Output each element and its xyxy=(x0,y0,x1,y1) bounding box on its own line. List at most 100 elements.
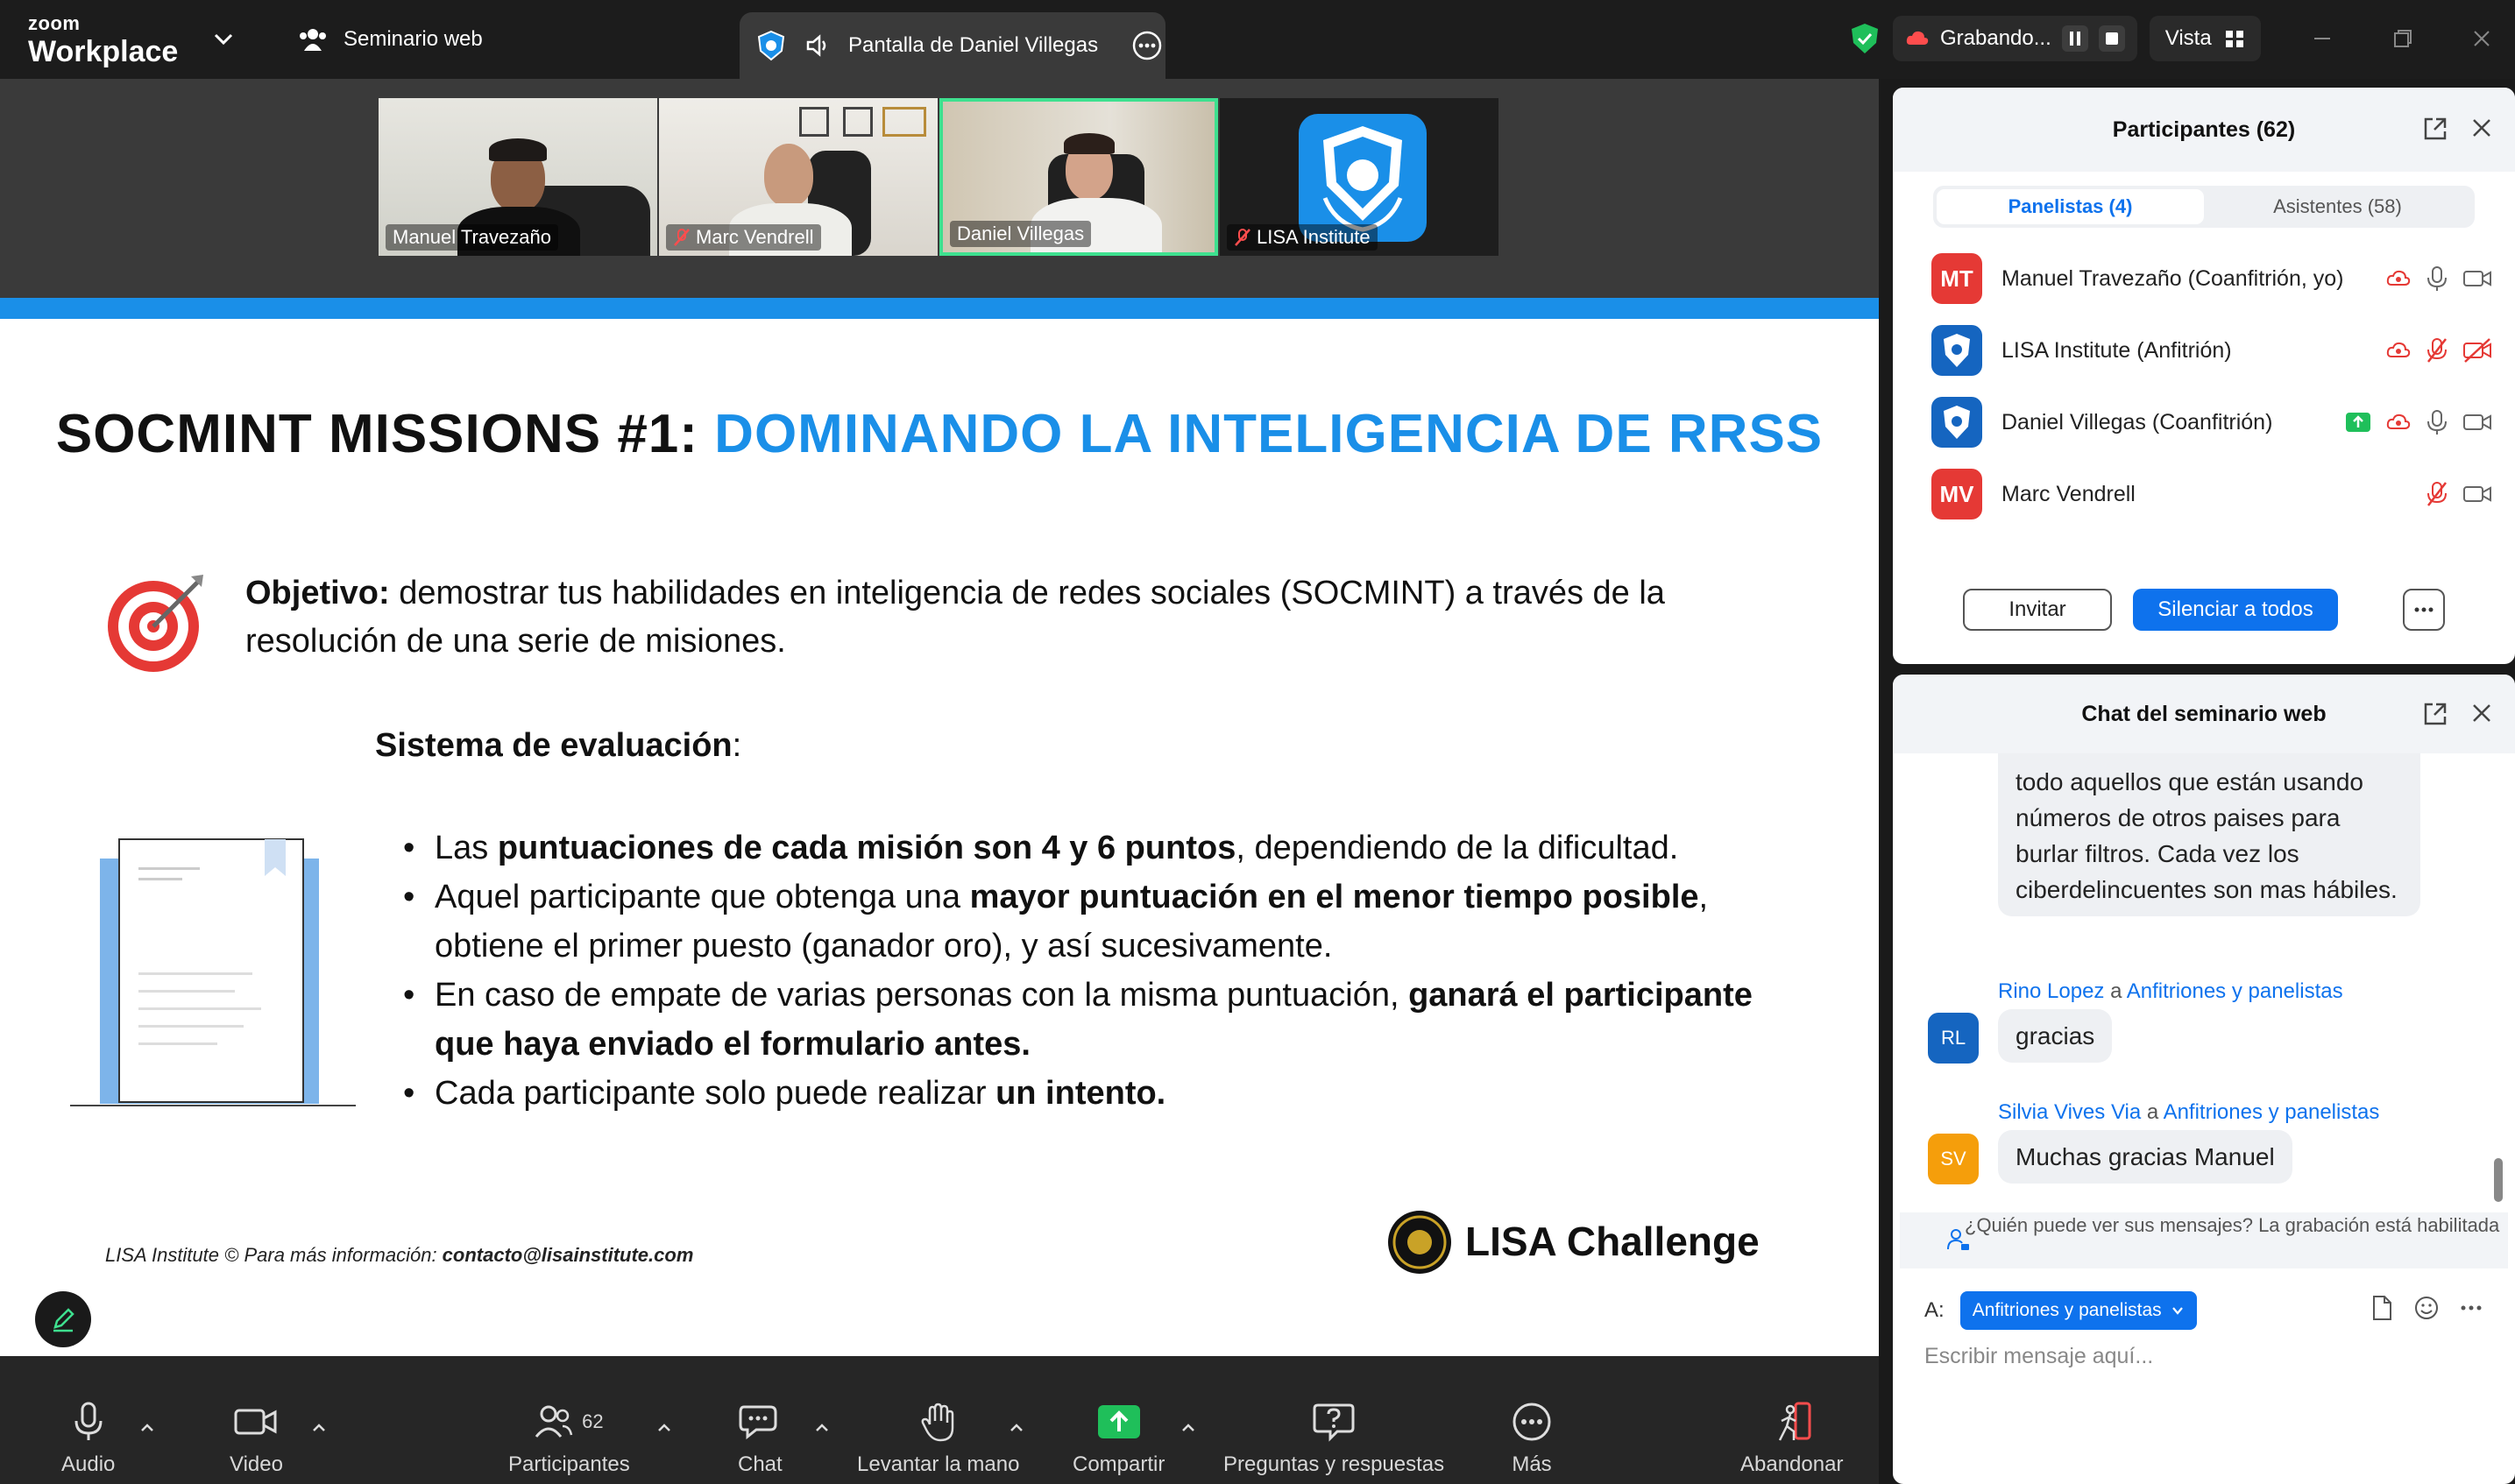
audio-options-caret[interactable] xyxy=(137,1417,158,1438)
leave-icon xyxy=(1778,1402,1811,1441)
participants-more-button[interactable] xyxy=(2403,589,2445,631)
lisa-logo xyxy=(1299,114,1427,242)
chat-privacy-notice[interactable]: ¿Quién puede ver sus mensajes? La grabac… xyxy=(1900,1212,2508,1268)
chevron-down-icon[interactable] xyxy=(210,28,237,49)
recording-indicator: Grabando... xyxy=(1893,16,2137,61)
share-button[interactable]: Compartir xyxy=(1073,1402,1165,1477)
shield-icon xyxy=(757,30,785,61)
minimize-icon xyxy=(2314,38,2330,39)
grid-icon xyxy=(2225,31,2243,47)
chat-button[interactable]: Chat xyxy=(738,1402,783,1477)
mute-all-button[interactable]: Silenciar a todos xyxy=(2133,589,2338,631)
share-options-caret[interactable] xyxy=(1178,1417,1199,1438)
brand-bottom: Workplace xyxy=(28,35,179,68)
recording-icon xyxy=(2386,342,2411,357)
leave-button[interactable]: Abandonar xyxy=(1740,1402,1843,1477)
person-lock-icon xyxy=(1947,1229,1969,1250)
more-icon[interactable] xyxy=(1131,30,1163,61)
chat-message-text: gracias xyxy=(2016,1022,2095,1049)
raise-hand-options-caret[interactable] xyxy=(1006,1417,1027,1438)
pause-recording-button[interactable] xyxy=(2061,25,2088,52)
camera-off-icon xyxy=(2463,338,2491,363)
maximize-button[interactable] xyxy=(2385,21,2420,56)
participant-row[interactable]: Daniel Villegas (Coanfitrión) xyxy=(1931,394,2492,450)
to-label: A: xyxy=(1924,1298,1945,1322)
chat-sender[interactable]: Silvia Vives Via xyxy=(1998,1100,2141,1124)
pop-out-icon[interactable] xyxy=(2422,701,2448,727)
pop-out-icon[interactable] xyxy=(2422,116,2448,142)
close-window-button[interactable] xyxy=(2464,21,2499,56)
emoji-icon[interactable] xyxy=(2413,1295,2440,1321)
participant-row[interactable]: MT Manuel Travezaño (Coanfitrión, yo) xyxy=(1931,251,2492,307)
chat-message: gracias xyxy=(1998,1009,2113,1063)
camera-icon xyxy=(2463,271,2491,286)
recipient-value: Anfitriones y panelistas xyxy=(1972,1300,2162,1320)
qa-button[interactable]: Preguntas y respuestas xyxy=(1223,1402,1444,1477)
tab-panelists[interactable]: Panelistas (4) xyxy=(1937,189,2204,224)
video-button[interactable]: Video xyxy=(230,1402,283,1477)
camera-icon xyxy=(2463,486,2491,502)
chat-icon xyxy=(739,1405,777,1440)
webinar-menu[interactable]: Seminario web xyxy=(298,26,483,53)
recipient-dropdown[interactable]: Anfitriones y panelistas xyxy=(1959,1291,2197,1330)
share-tab[interactable]: Pantalla de Daniel Villegas xyxy=(740,12,1165,79)
chat-options-caret[interactable] xyxy=(811,1417,832,1438)
chat-input-tools xyxy=(2370,1295,2483,1321)
privacy-text: ¿Quién puede ver sus mensajes? La grabac… xyxy=(1965,1214,2500,1236)
camera-icon xyxy=(234,1409,277,1435)
stop-recording-button[interactable] xyxy=(2098,25,2125,52)
security-shield-icon[interactable] xyxy=(1849,22,1881,55)
more-label: Más xyxy=(1512,1452,1552,1476)
participants-icon xyxy=(535,1405,573,1438)
audio-button[interactable]: Audio xyxy=(61,1402,115,1477)
invite-button[interactable]: Invitar xyxy=(1963,589,2112,631)
chat-sender[interactable]: Rino Lopez xyxy=(1998,979,2104,1003)
list-item: Cada participante solo puede realizar un… xyxy=(403,1069,1788,1118)
share-screen-icon xyxy=(1097,1405,1140,1438)
chat-message-input[interactable]: Escribir mensaje aquí... xyxy=(1924,1344,2153,1369)
raise-hand-label: Levantar la mano xyxy=(857,1452,1020,1476)
participant-name: Manuel Travezaño (Coanfitrión, yo) xyxy=(2001,265,2344,291)
raise-hand-button[interactable]: Levantar la mano xyxy=(857,1402,1019,1477)
chat-scrollbar[interactable] xyxy=(2494,1158,2503,1202)
microphone-icon xyxy=(2427,266,2447,291)
video-name: Daniel Villegas xyxy=(957,223,1085,244)
close-icon[interactable] xyxy=(2469,701,2494,725)
participants-panel: Participantes (62) Panelistas (4) Asiste… xyxy=(1893,88,2515,664)
video-options-caret[interactable] xyxy=(308,1417,329,1438)
share-label: Pantalla de Daniel Villegas xyxy=(848,33,1099,57)
minimize-button[interactable] xyxy=(2305,21,2340,56)
participant-row[interactable]: LISA Institute (Anfitrión) xyxy=(1931,322,2492,378)
footer-email: contacto@lisainstitute.com xyxy=(442,1244,694,1266)
slide-title: SOCMINT MISSIONS #1: DOMINANDO LA INTELI… xyxy=(0,403,1879,465)
video-tile[interactable]: Marc Vendrell xyxy=(659,98,938,256)
chat-recipient[interactable]: Anfitriones y panelistas xyxy=(2164,1100,2380,1124)
chevron-up-icon xyxy=(1010,1424,1023,1431)
speaker-icon xyxy=(806,34,826,57)
video-tile[interactable]: LISA Institute xyxy=(1220,98,1498,256)
video-name: LISA Institute xyxy=(1257,226,1371,248)
chevron-up-icon xyxy=(816,1424,828,1431)
stop-icon xyxy=(2105,32,2118,45)
chat-recipient[interactable]: Anfitriones y panelistas xyxy=(2127,979,2343,1003)
participants-tabs: Panelistas (4) Asistentes (58) xyxy=(1933,186,2475,228)
list-item: Aquel participante que obtenga una mayor… xyxy=(403,873,1788,971)
tab-attendees[interactable]: Asistentes (58) xyxy=(2204,189,2471,224)
video-tile-active-speaker[interactable]: Daniel Villegas xyxy=(939,98,1218,256)
participant-row[interactable]: MV Marc Vendrell xyxy=(1931,466,2492,522)
participants-button[interactable]: 62 Participantes xyxy=(508,1402,630,1477)
cloud-record-icon xyxy=(1906,31,1929,45)
video-name-tag: Daniel Villegas xyxy=(950,221,1092,247)
more-icon[interactable] xyxy=(2459,1295,2483,1321)
video-tile[interactable]: Manuel Travezaño xyxy=(379,98,657,256)
hand-icon xyxy=(921,1403,953,1442)
more-button[interactable]: Más xyxy=(1511,1402,1553,1477)
shield-avatar-icon xyxy=(1931,397,1982,448)
chevron-up-icon xyxy=(313,1424,325,1431)
view-button[interactable]: Vista xyxy=(2149,16,2261,61)
file-icon[interactable] xyxy=(2370,1295,2394,1321)
annotate-button[interactable] xyxy=(35,1291,91,1347)
participants-options-caret[interactable] xyxy=(654,1417,675,1438)
more-icon xyxy=(2414,607,2434,612)
close-icon[interactable] xyxy=(2469,116,2494,140)
